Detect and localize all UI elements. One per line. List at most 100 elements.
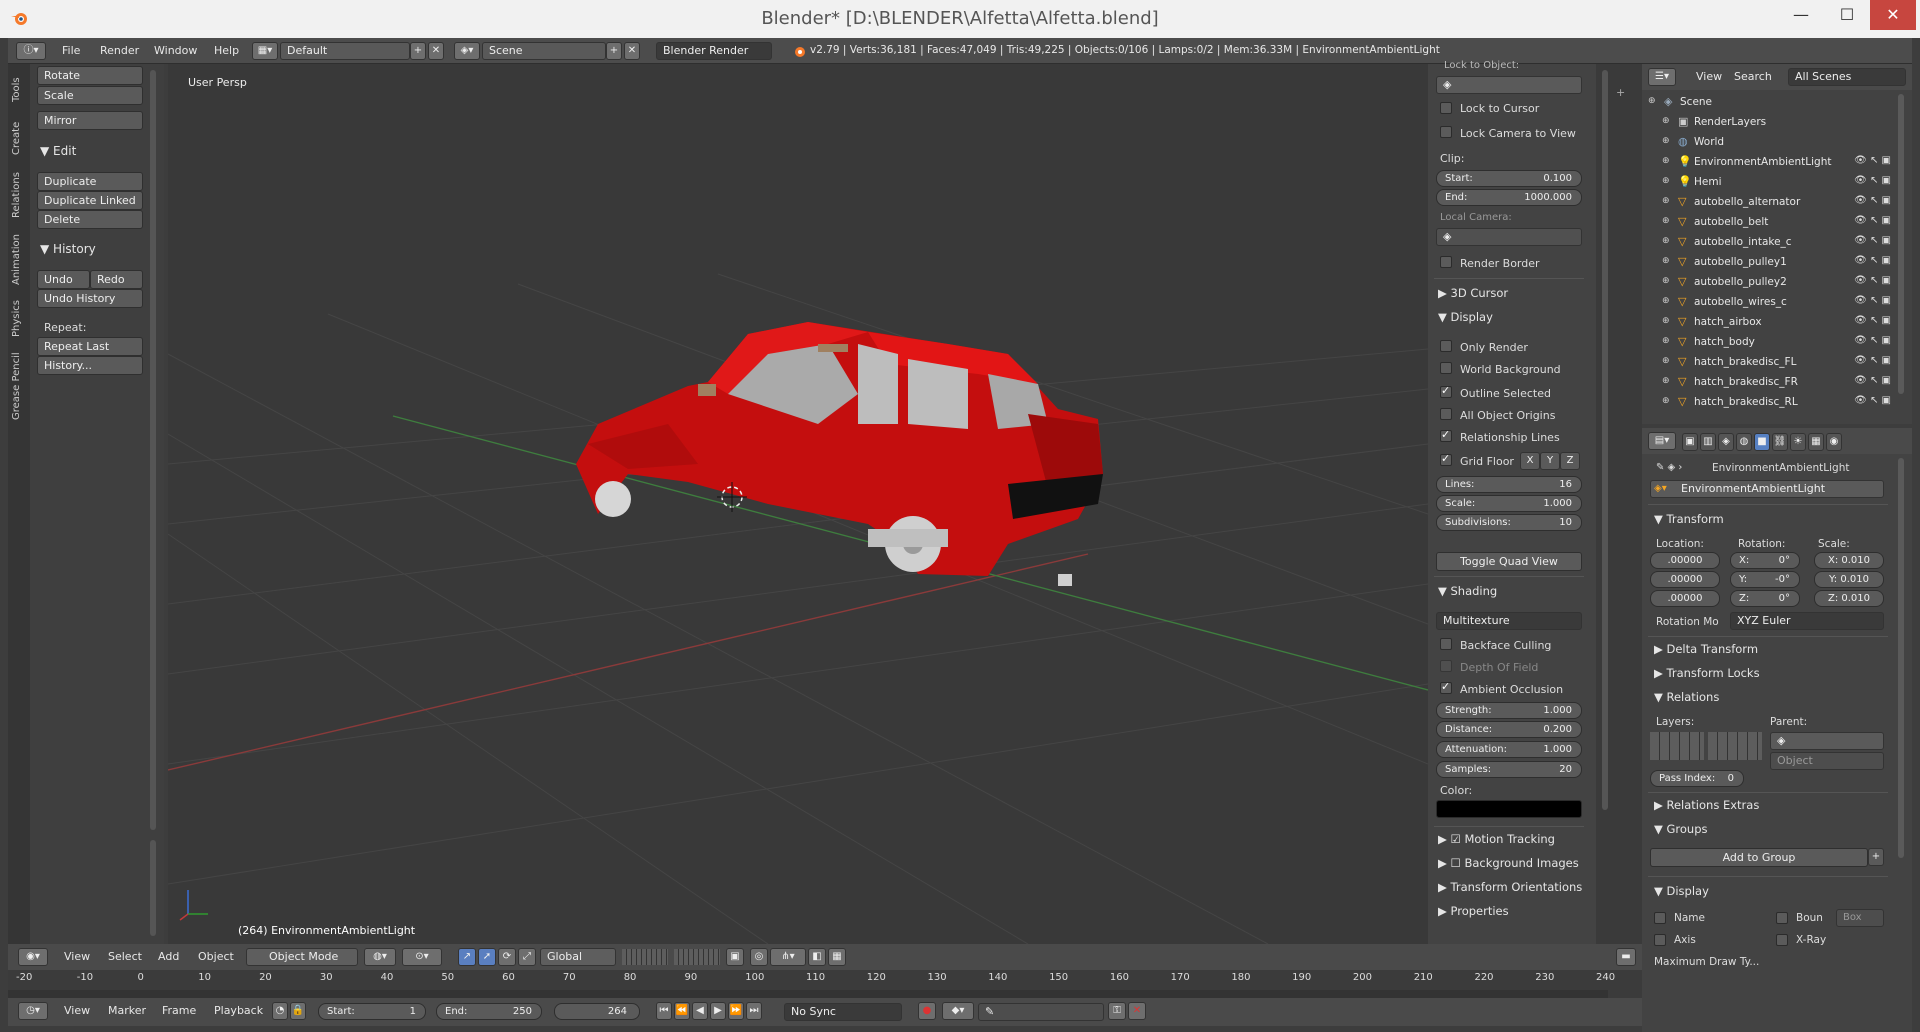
next-keyframe-icon[interactable]: ⏩ [728, 1002, 744, 1020]
visibility-toggles-icon[interactable]: 👁 ↖ ▣ [1854, 195, 1891, 206]
minimize-button[interactable]: — [1778, 0, 1824, 30]
scale-z-field[interactable]: Z: 0.010 [1814, 590, 1884, 607]
lock-layers-icon[interactable]: ▣ [726, 948, 744, 966]
depth-of-field-checkbox[interactable] [1440, 660, 1452, 672]
outliner-row[interactable]: ⊕ ◈ Scene [1642, 92, 1897, 112]
add-scene-icon[interactable]: + [606, 42, 622, 60]
outliner-row[interactable]: ⊕ 💡 Hemi 👁 ↖ ▣ [1642, 172, 1897, 192]
expand-toggle-icon[interactable]: ⊕ [1648, 96, 1658, 106]
render-layers-tab-icon[interactable]: ▥ [1700, 433, 1716, 451]
all-object-origins-checkbox[interactable] [1440, 408, 1452, 420]
ao-strength-field[interactable]: Strength: 1.000 [1436, 702, 1582, 719]
outliner-editor-type-icon[interactable]: ☰▾ [1648, 68, 1676, 86]
edit-header[interactable]: ▼ Edit [40, 144, 76, 158]
visibility-toggles-icon[interactable]: 👁 ↖ ▣ [1854, 395, 1891, 406]
remove-scene-icon[interactable]: ✕ [624, 42, 640, 60]
relations-extras-header[interactable]: ▶ Relations Extras [1654, 798, 1759, 812]
scene-icon[interactable]: ◈▾ [454, 42, 480, 60]
3d-viewport[interactable]: User Persp (264) EnvironmentAmbientLight [168, 64, 1428, 944]
shading-mode-select[interactable]: Multitexture [1436, 612, 1582, 630]
timeline-playback-menu[interactable]: Playback [214, 1004, 263, 1017]
timeline-scroll-track[interactable] [8, 990, 1608, 998]
rotate-button[interactable]: Rotate [37, 66, 143, 85]
outliner-row[interactable]: ⊕ ▽ autobello_alternator 👁 ↖ ▣ [1642, 192, 1897, 212]
outliner-row[interactable]: ⊕ ▽ hatch_brakedisc_FR 👁 ↖ ▣ [1642, 372, 1897, 392]
insert-keyframe-icon[interactable]: ⚿ [1108, 1002, 1126, 1020]
operator-panel-scrollbar[interactable] [150, 840, 156, 936]
visibility-toggles-icon[interactable]: 👁 ↖ ▣ [1854, 295, 1891, 306]
clip-end-field[interactable]: End: 1000.000 [1436, 189, 1582, 206]
parent-field[interactable]: ◈ [1770, 732, 1884, 750]
expand-toggle-icon[interactable]: ⊕ [1662, 176, 1672, 186]
transform-section-header[interactable]: ▼ Transform [1654, 512, 1724, 526]
outliner-row[interactable]: ⊕ ▽ hatch_brakedisc_FL 👁 ↖ ▣ [1642, 352, 1897, 372]
jump-start-icon[interactable]: ⏮ [656, 1002, 672, 1020]
properties-header[interactable]: ▶ Properties [1438, 904, 1509, 918]
menu-render[interactable]: Render [100, 44, 139, 57]
ambient-occlusion-checkbox[interactable] [1440, 680, 1452, 694]
lock-object-field[interactable]: ◈ [1436, 76, 1582, 94]
toggle-quad-view-button[interactable]: Toggle Quad View [1436, 552, 1582, 571]
viewport-shading-icon[interactable]: ◍▾ [364, 948, 396, 966]
3d-object-menu[interactable]: Object [198, 950, 234, 963]
close-button[interactable]: ✕ [1870, 0, 1916, 30]
outliner-row[interactable]: ⊕ ◍ World [1642, 132, 1897, 152]
rotation-mode-select[interactable]: XYZ Euler [1730, 612, 1884, 630]
ao-color-swatch[interactable] [1436, 800, 1582, 818]
grid-scale-field[interactable]: Scale: 1.000 [1436, 495, 1582, 512]
3d-select-menu[interactable]: Select [108, 950, 142, 963]
object-mode-select[interactable]: Object Mode [246, 948, 358, 966]
expand-toggle-icon[interactable]: ⊕ [1662, 276, 1672, 286]
area-split-plus-icon[interactable]: + [1616, 86, 1625, 99]
xray-checkbox[interactable] [1776, 934, 1788, 946]
object-tab-icon[interactable]: ■ [1754, 433, 1770, 451]
preview-range-icon[interactable]: ◔ [272, 1002, 288, 1020]
grid-axis-z-toggle[interactable]: Z [1560, 452, 1580, 470]
scale-x-field[interactable]: X: 0.010 [1814, 552, 1884, 569]
data-tab-icon[interactable]: ☀ [1790, 433, 1806, 451]
bounds-type-select[interactable]: Box [1836, 909, 1884, 927]
delete-keyframe-icon[interactable]: ✕ [1128, 1002, 1146, 1020]
backface-culling-checkbox[interactable] [1440, 638, 1452, 650]
snap-icon[interactable]: ⋔▾ [770, 948, 806, 966]
outliner-row[interactable]: ⊕ ▽ autobello_belt 👁 ↖ ▣ [1642, 212, 1897, 232]
timeline-editor-icon[interactable]: ◷▾ [18, 1002, 48, 1020]
menu-help[interactable]: Help [214, 44, 239, 57]
properties-scrollbar[interactable] [1898, 458, 1904, 858]
visibility-toggles-icon[interactable]: 👁 ↖ ▣ [1854, 155, 1891, 166]
outliner-row[interactable]: ⊕ ▽ hatch_airbox 👁 ↖ ▣ [1642, 312, 1897, 332]
scale-y-field[interactable]: Y: 0.010 [1814, 571, 1884, 588]
tab-physics[interactable]: Physics [11, 296, 27, 342]
start-frame-field[interactable]: Start: 1 [318, 1003, 426, 1020]
rotation-z-field[interactable]: Z: 0° [1730, 590, 1800, 607]
timeline-editor-type-icon[interactable]: ▬ [1616, 948, 1636, 966]
rotation-x-field[interactable]: X: 0° [1730, 552, 1800, 569]
motion-tracking-header[interactable]: ▶ ☑ Motion Tracking [1438, 832, 1555, 846]
translate-manipulator-icon[interactable]: ➚ [478, 948, 496, 966]
outliner-row[interactable]: ⊕ ▽ autobello_pulley1 👁 ↖ ▣ [1642, 252, 1897, 272]
ao-samples-field[interactable]: Samples: 20 [1436, 761, 1582, 778]
render-tab-icon[interactable]: ▣ [1682, 433, 1698, 451]
visibility-toggles-icon[interactable]: 👁 ↖ ▣ [1854, 335, 1891, 346]
show-bounds-checkbox[interactable] [1776, 912, 1788, 924]
outliner-row[interactable]: ⊕ ▽ autobello_pulley2 👁 ↖ ▣ [1642, 272, 1897, 292]
3d-view-editor-type-icon[interactable]: ◉▾ [18, 948, 48, 966]
world-tab-icon[interactable]: ◍ [1736, 433, 1752, 451]
duplicate-button[interactable]: Duplicate [37, 172, 143, 191]
pivot-point-icon[interactable]: ⊙▾ [402, 948, 442, 966]
layout-field[interactable]: Default [280, 42, 410, 60]
delta-transform-header[interactable]: ▶ Delta Transform [1654, 642, 1758, 656]
object-name-field[interactable]: EnvironmentAmbientLight [1650, 480, 1884, 498]
location-z-field[interactable]: .00000 [1650, 590, 1720, 607]
maximize-button[interactable]: ☐ [1824, 0, 1870, 30]
proportional-edit-icon[interactable]: ◎ [750, 948, 768, 966]
expand-toggle-icon[interactable]: ⊕ [1662, 396, 1672, 406]
pin-icon[interactable]: ✎ ◈ › [1656, 462, 1682, 473]
tool-shelf-scrollbar[interactable] [150, 70, 156, 830]
sync-mode-select[interactable]: No Sync [784, 1003, 902, 1021]
delete-button[interactable]: Delete [37, 210, 143, 229]
scale-button[interactable]: Scale [37, 86, 143, 105]
properties-editor-type-icon[interactable]: ▤▾ [1648, 432, 1676, 450]
visibility-toggles-icon[interactable]: 👁 ↖ ▣ [1854, 235, 1891, 246]
current-frame-field[interactable]: 264 [554, 1003, 640, 1020]
